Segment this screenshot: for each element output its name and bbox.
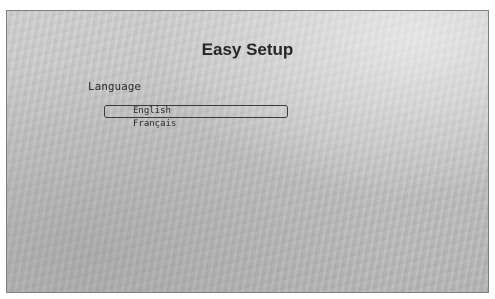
setup-screen: Easy Setup Language English Français [6, 10, 489, 293]
language-option-francais[interactable]: Français [104, 118, 288, 131]
language-label: Language [88, 80, 141, 93]
language-option-english[interactable]: English [104, 105, 288, 118]
display-area: Easy Setup Language English Français [0, 0, 495, 299]
page-title: Easy Setup [201, 40, 294, 59]
language-options-list: English Français [104, 105, 288, 131]
